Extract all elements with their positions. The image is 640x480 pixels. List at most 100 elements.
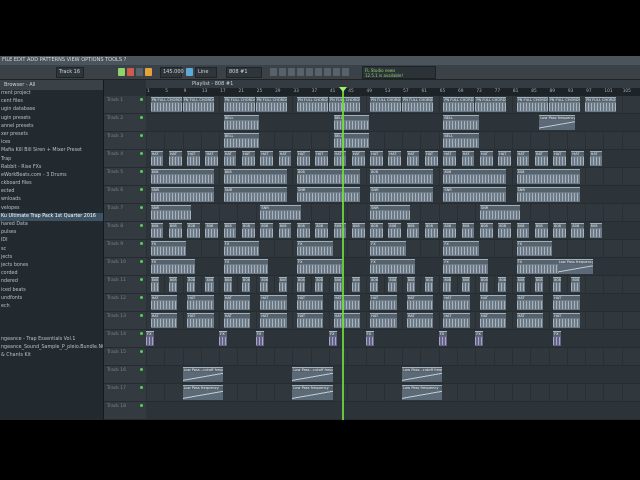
pattern-clip[interactable]: FX <box>516 259 562 274</box>
piano-roll-icon[interactable] <box>279 68 286 76</box>
pattern-clip[interactable]: HAT <box>479 313 507 328</box>
pattern-clip[interactable]: HAT <box>187 313 214 328</box>
pattern-clip[interactable]: 808 <box>351 223 365 238</box>
pattern-clip[interactable]: PN FULL CHORDS <box>370 97 402 112</box>
browser-header[interactable]: Browser - All <box>0 80 103 90</box>
automation-clip[interactable]: Low Pass frequency <box>557 259 594 274</box>
pattern-clip[interactable]: HAT <box>498 151 511 166</box>
automation-clip[interactable]: Low Pass frequency <box>539 115 575 130</box>
pattern-clip[interactable]: FX <box>475 331 484 346</box>
pattern-clip[interactable]: HAT <box>516 313 543 328</box>
pattern-clip[interactable]: FX <box>516 241 553 256</box>
pattern-clip[interactable]: 808 <box>150 169 214 184</box>
pattern-clip[interactable]: HAT <box>443 151 457 166</box>
track-mute-led-icon[interactable] <box>140 170 143 173</box>
pattern-clip[interactable]: SNR <box>296 187 360 202</box>
automation-clip[interactable]: Low Pass frequency <box>402 385 443 400</box>
pattern-clip[interactable]: FX <box>255 331 264 346</box>
pattern-clip[interactable]: HAT <box>553 295 580 310</box>
pattern-clip[interactable]: SNR <box>223 187 287 202</box>
plugin-icon[interactable] <box>333 68 340 76</box>
pattern-clip[interactable]: 808 <box>443 169 507 184</box>
pattern-clip[interactable]: HAT <box>370 313 397 328</box>
pattern-clip[interactable]: 808 <box>315 223 328 238</box>
pattern-clip[interactable]: FX <box>223 259 269 274</box>
automation-clip[interactable]: Low Pass...cutoff frequency <box>292 367 333 382</box>
play-icon[interactable] <box>145 68 152 76</box>
browser-item[interactable]: pulses <box>0 229 103 237</box>
pattern-clip[interactable]: 808 <box>242 277 251 292</box>
track-mute-led-icon[interactable] <box>140 188 143 191</box>
pattern-clip[interactable]: FX <box>365 331 374 346</box>
pattern-clip[interactable]: PN FULL CHORDS <box>475 97 507 112</box>
browser-item[interactable]: hared Data <box>0 221 103 229</box>
playhead-marker-icon[interactable] <box>339 87 348 92</box>
track-header[interactable]: Track 8 <box>104 222 146 240</box>
pattern-clip[interactable]: 808 <box>516 169 580 184</box>
pattern-clip[interactable]: 808 <box>571 277 580 292</box>
track-mute-led-icon[interactable] <box>140 224 143 227</box>
browser-item[interactable]: IDI <box>0 237 103 245</box>
pattern-clip[interactable]: HAT <box>406 313 434 328</box>
track-mute-led-icon[interactable] <box>140 116 143 119</box>
browser-item[interactable]: & Chants Kit <box>0 352 103 360</box>
pattern-clip[interactable]: 808 <box>168 223 182 238</box>
pattern-clip[interactable]: HAT <box>278 151 292 166</box>
pattern-clip[interactable]: BELL <box>333 133 370 148</box>
browser-item[interactable]: Mafia Kill Bill Siren + Mixer Preset <box>0 147 103 155</box>
record-icon[interactable] <box>127 68 134 76</box>
track-lane[interactable] <box>146 132 640 150</box>
pattern-clip[interactable]: HAT <box>553 313 580 328</box>
pattern-clip[interactable]: 808 <box>516 277 525 292</box>
pattern-clip[interactable]: HAT <box>571 151 585 166</box>
pattern-clip[interactable]: 808 <box>351 277 360 292</box>
pattern-clip[interactable]: 808 <box>296 277 306 292</box>
pattern-clip[interactable]: 808 <box>388 223 402 238</box>
browser-item[interactable]: ugin presets <box>0 115 103 123</box>
pattern-clip[interactable]: HAT <box>315 151 328 166</box>
pattern-clip[interactable]: 808 <box>242 223 255 238</box>
news-panel[interactable]: FL Studio news 12.5.1 is available! <box>362 66 436 79</box>
pattern-clip[interactable]: 808 <box>498 277 507 292</box>
browser-item[interactable]: jects <box>0 254 103 262</box>
browser-item[interactable]: annel presets <box>0 123 103 131</box>
pattern-clip[interactable]: HAT <box>443 313 470 328</box>
pattern-clip[interactable]: FX <box>438 331 447 346</box>
pattern-clip[interactable]: HAT <box>479 295 507 310</box>
track-header[interactable]: Track 5 <box>104 168 146 186</box>
pattern-clip[interactable]: HAT <box>370 295 397 310</box>
pattern-clip[interactable]: HAT <box>223 313 251 328</box>
pattern-clip[interactable]: 808 <box>498 223 511 238</box>
pattern-clip[interactable]: FX <box>219 331 228 346</box>
snap-select[interactable]: Line <box>195 67 217 78</box>
automation-clip[interactable]: Low Pass frequency <box>292 385 333 400</box>
pattern-clip[interactable]: HAT <box>168 151 182 166</box>
pattern-clip[interactable]: 808 <box>168 277 177 292</box>
pattern-clip[interactable]: PN FULL CHORDS <box>443 97 475 112</box>
pattern-clip[interactable]: HAT <box>296 313 324 328</box>
pattern-clip[interactable]: 808 <box>296 223 310 238</box>
pattern-clip[interactable]: FX <box>328 331 338 346</box>
pattern-clip[interactable]: HAT <box>296 295 324 310</box>
pattern-clip[interactable]: PN FULL CHORDS <box>402 97 434 112</box>
browser-item[interactable] <box>0 311 103 319</box>
pattern-clip[interactable]: 808 <box>461 223 475 238</box>
pattern-clip[interactable]: HAT <box>425 151 438 166</box>
pattern-clip[interactable]: PN FULL CHORDS <box>516 97 548 112</box>
pattern-clip[interactable]: 808 <box>370 223 383 238</box>
browser-item[interactable]: Ku Ultimate Trap Pack 1st Quarter 2016 <box>0 212 103 221</box>
pattern-clip[interactable]: 808 <box>278 277 287 292</box>
audio-icon[interactable] <box>324 68 331 76</box>
pattern-clip[interactable]: FX <box>553 331 562 346</box>
track-mute-led-icon[interactable] <box>140 350 143 353</box>
track-header[interactable]: Track 9 <box>104 240 146 258</box>
pattern-clip[interactable]: HAT <box>461 151 475 166</box>
pattern-clip[interactable]: FX <box>370 241 406 256</box>
pattern-clip[interactable]: HAT <box>223 295 251 310</box>
menu-bar[interactable]: FILE EDIT ADD PATTERNS VIEW OPTIONS TOOL… <box>0 56 640 65</box>
browser-item[interactable]: cent files <box>0 98 103 106</box>
track-mute-led-icon[interactable] <box>140 314 143 317</box>
pattern-clip[interactable]: 808 <box>187 223 200 238</box>
track-mute-led-icon[interactable] <box>140 404 143 407</box>
pattern-clip[interactable]: FX <box>296 259 342 274</box>
